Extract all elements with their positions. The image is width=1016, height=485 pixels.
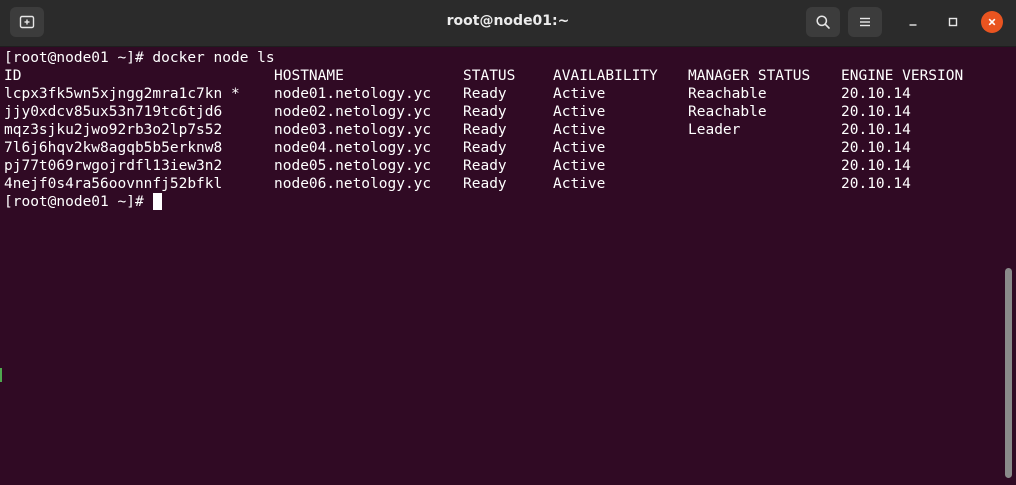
node-status: Ready — [463, 122, 507, 138]
new-tab-icon — [19, 15, 35, 29]
command-line: [root@node01 ~]# docker node ls — [4, 50, 275, 66]
table-row: lcpx3fk5wn5xjngg2mra1c7kn * node01.netol… — [4, 85, 911, 103]
node-engine-version: 20.10.14 — [841, 158, 911, 174]
table-row: jjy0xdcv85ux53n719tc6tjd6 node02.netolog… — [4, 103, 911, 121]
node-availability: Active — [553, 122, 606, 138]
node-status: Ready — [463, 176, 507, 192]
header-engine-version: ENGINE VERSION — [841, 68, 964, 84]
table-header: ID HOSTNAME STATUS AVAILABILITY MANAGER … — [4, 67, 963, 85]
menu-button[interactable] — [848, 7, 882, 37]
terminal-window: root@node01:~ [root@node01 ~]# docker no… — [0, 0, 1016, 485]
node-engine-version: 20.10.14 — [841, 140, 911, 156]
node-hostname: node02.netology.yc — [274, 104, 432, 120]
header-manager-status: MANAGER STATUS — [688, 68, 811, 84]
title-bar: root@node01:~ — [0, 0, 1016, 47]
table-row: 7l6j6hqv2kw8agqb5b5erknw8 node04.netolog… — [4, 139, 911, 157]
table-row: pj77t069rwgojrdfl13iew3n2 node05.netolog… — [4, 157, 911, 175]
edge-marker — [0, 368, 2, 382]
node-status: Ready — [463, 158, 507, 174]
node-id: jjy0xdcv85ux53n719tc6tjd6 — [4, 104, 223, 120]
header-status: STATUS — [463, 68, 516, 84]
new-tab-button[interactable] — [10, 7, 44, 37]
search-button[interactable] — [806, 7, 840, 37]
node-engine-version: 20.10.14 — [841, 104, 911, 120]
terminal-output[interactable]: [root@node01 ~]# docker node ls ID HOSTN… — [0, 47, 1016, 485]
shell-prompt: [root@node01 ~]# — [4, 194, 144, 210]
header-hostname: HOSTNAME — [274, 68, 344, 84]
header-availability: AVAILABILITY — [553, 68, 658, 84]
node-hostname: node05.netology.yc — [274, 158, 432, 174]
node-manager-status: Reachable — [688, 104, 767, 120]
hamburger-menu-icon — [860, 17, 870, 27]
node-status: Ready — [463, 104, 507, 120]
node-hostname: node06.netology.yc — [274, 176, 432, 192]
node-id: lcpx3fk5wn5xjngg2mra1c7kn * — [4, 86, 240, 102]
header-id: ID — [4, 68, 22, 84]
node-manager-status: Reachable — [688, 86, 767, 102]
node-availability: Active — [553, 158, 606, 174]
close-icon — [988, 18, 996, 26]
text-cursor — [152, 193, 162, 210]
node-id: mqz3sjku2jwo92rb3o2lp7s52 — [4, 122, 223, 138]
node-availability: Active — [553, 104, 606, 120]
node-hostname: node03.netology.yc — [274, 122, 432, 138]
minimize-button[interactable] — [902, 11, 924, 33]
node-hostname: node04.netology.yc — [274, 140, 432, 156]
node-availability: Active — [553, 86, 606, 102]
node-status: Ready — [463, 140, 507, 156]
node-engine-version: 20.10.14 — [841, 176, 911, 192]
table-row: 4nejf0s4ra56oovnnfj52bfkl node06.netolog… — [4, 175, 911, 193]
node-status: Ready — [463, 86, 507, 102]
minimize-icon — [909, 24, 917, 26]
prompt-line: [root@node01 ~]# — [4, 193, 162, 211]
maximize-button[interactable] — [942, 11, 964, 33]
search-icon — [816, 15, 830, 29]
node-id: 7l6j6hqv2kw8agqb5b5erknw8 — [4, 140, 223, 156]
table-row: mqz3sjku2jwo92rb3o2lp7s52 node03.netolog… — [4, 121, 911, 139]
maximize-icon — [948, 17, 958, 27]
close-button[interactable] — [981, 11, 1003, 33]
node-hostname: node01.netology.yc — [274, 86, 432, 102]
node-id: 4nejf0s4ra56oovnnfj52bfkl — [4, 176, 223, 192]
vertical-scrollbar[interactable] — [1005, 268, 1012, 478]
node-engine-version: 20.10.14 — [841, 86, 911, 102]
node-engine-version: 20.10.14 — [841, 122, 911, 138]
node-id: pj77t069rwgojrdfl13iew3n2 — [4, 158, 223, 174]
node-availability: Active — [553, 140, 606, 156]
node-manager-status: Leader — [688, 122, 741, 138]
node-availability: Active — [553, 176, 606, 192]
